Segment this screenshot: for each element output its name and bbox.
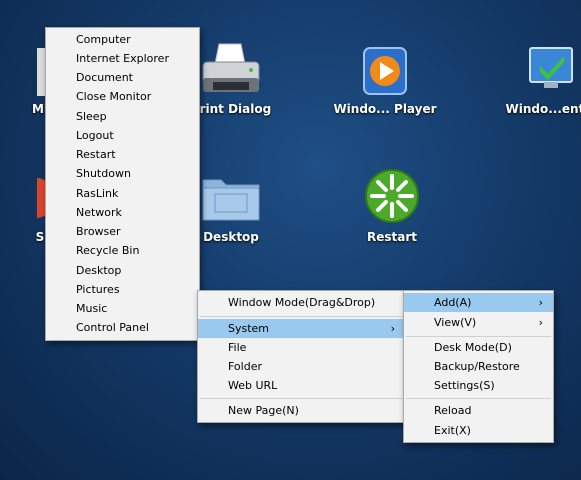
menu-item-system[interactable]: System › bbox=[198, 319, 405, 338]
menu-item-network[interactable]: Network bbox=[46, 203, 199, 222]
menu-item-exit[interactable]: Exit(X) bbox=[404, 421, 553, 440]
printer-icon bbox=[202, 43, 260, 92]
desktop-icon-label: Windo...entia bbox=[505, 102, 581, 116]
menu-separator bbox=[406, 398, 551, 399]
menu-item-restart[interactable]: Restart bbox=[46, 145, 199, 164]
menu-item-file[interactable]: File bbox=[198, 338, 405, 357]
folder-icon bbox=[202, 179, 260, 221]
menu-item-browser[interactable]: Browser bbox=[46, 222, 199, 241]
context-menu: Window Mode(Drag&Drop) System › File Fol… bbox=[197, 290, 406, 423]
desktop-icon-label: Restart bbox=[366, 230, 417, 244]
menu-item-logout[interactable]: Logout bbox=[46, 126, 199, 145]
menu-item-label: Add(A) bbox=[434, 296, 472, 309]
menu-item-add[interactable]: Add(A) › bbox=[404, 293, 553, 312]
monitor-icon bbox=[529, 47, 573, 88]
menu-item-label: System bbox=[228, 322, 270, 335]
menu-item-document[interactable]: Document bbox=[46, 68, 199, 87]
menu-item-label: View(V) bbox=[434, 316, 477, 329]
menu-item-pictures[interactable]: Pictures bbox=[46, 280, 199, 299]
desktop-icon-label: Windo... Player bbox=[333, 102, 437, 116]
menu-item-sleep[interactable]: Sleep bbox=[46, 107, 199, 126]
menu-item-computer[interactable]: Computer bbox=[46, 30, 199, 49]
menu-item-settings[interactable]: Settings(S) bbox=[404, 376, 553, 395]
menu-item-view[interactable]: View(V) › bbox=[404, 313, 553, 332]
menu-item-web-url[interactable]: Web URL bbox=[198, 376, 405, 395]
restart-icon bbox=[365, 169, 419, 223]
menu-item-desktop[interactable]: Desktop bbox=[46, 261, 199, 280]
menu-item-backup-restore[interactable]: Backup/Restore bbox=[404, 357, 553, 376]
menu-item-reload[interactable]: Reload bbox=[404, 401, 553, 420]
menu-item-close-monitor[interactable]: Close Monitor bbox=[46, 87, 199, 106]
menu-item-internet-explorer[interactable]: Internet Explorer bbox=[46, 49, 199, 68]
menu-item-shutdown[interactable]: Shutdown bbox=[46, 164, 199, 183]
menu-item-control-panel[interactable]: Control Panel bbox=[46, 318, 199, 337]
menu-item-raslink[interactable]: RasLink bbox=[46, 184, 199, 203]
menu-item-window-mode[interactable]: Window Mode(Drag&Drop) bbox=[198, 293, 405, 312]
system-submenu: Add(A) › View(V) › Desk Mode(D) Backup/R… bbox=[403, 290, 554, 443]
chevron-right-icon: › bbox=[538, 296, 543, 309]
menu-item-recycle-bin[interactable]: Recycle Bin bbox=[46, 241, 199, 260]
menu-separator bbox=[200, 398, 403, 399]
menu-separator bbox=[200, 316, 403, 317]
chevron-right-icon: › bbox=[390, 322, 395, 335]
menu-item-desk-mode[interactable]: Desk Mode(D) bbox=[404, 338, 553, 357]
menu-separator bbox=[406, 336, 551, 337]
media-player-icon bbox=[363, 47, 407, 95]
menu-item-music[interactable]: Music bbox=[46, 299, 199, 318]
chevron-right-icon: › bbox=[538, 316, 543, 329]
menu-item-folder[interactable]: Folder bbox=[198, 357, 405, 376]
quick-launch-menu: Computer Internet Explorer Document Clos… bbox=[45, 27, 200, 341]
menu-item-new-page[interactable]: New Page(N) bbox=[198, 401, 405, 420]
